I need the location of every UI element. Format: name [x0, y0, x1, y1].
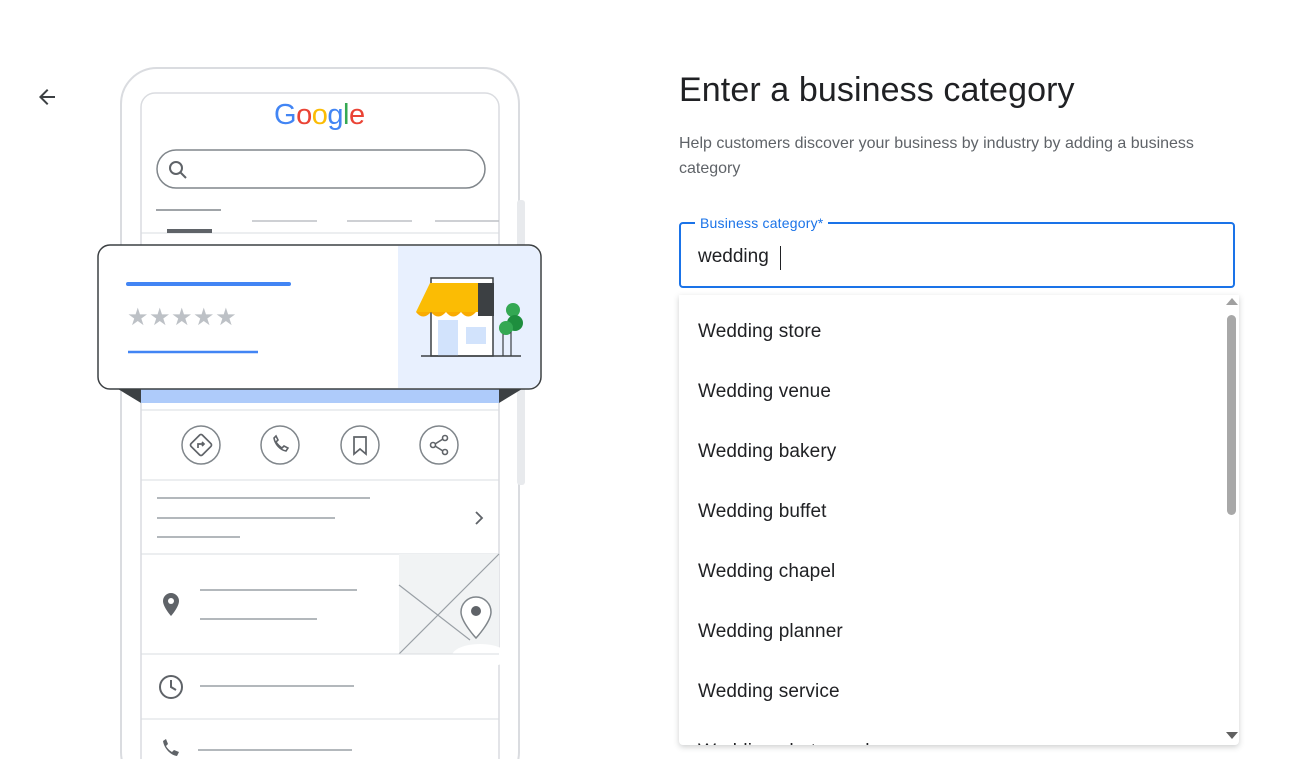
- suggestion-option[interactable]: Wedding venue: [679, 362, 1239, 422]
- suggestion-option[interactable]: Wedding planner: [679, 602, 1239, 662]
- category-form-panel: Enter a business category Help customers…: [679, 68, 1241, 745]
- star-icon: ★: [171, 304, 194, 331]
- category-suggestions-list: Wedding store Wedding venue Wedding bakery…: [679, 295, 1239, 745]
- suggestion-option[interactable]: Wedding bakery: [679, 422, 1239, 482]
- suggestion-option[interactable]: Wedding photographer: [679, 722, 1239, 745]
- logo-letter: o: [296, 99, 312, 131]
- suggestion-option[interactable]: Wedding buffet: [679, 482, 1239, 542]
- suggestions-scrollbar[interactable]: [1223, 295, 1239, 745]
- google-logo: Google: [274, 99, 365, 132]
- logo-letter: G: [274, 99, 297, 131]
- business-category-label: Business category*: [695, 214, 829, 232]
- business-category-input[interactable]: [698, 244, 1198, 270]
- logo-letter: g: [327, 99, 343, 131]
- logo-letter: o: [311, 99, 328, 131]
- business-profile-illustration: [97, 67, 542, 759]
- suggestion-option[interactable]: Wedding store: [679, 302, 1239, 362]
- suggestion-option[interactable]: Wedding service: [679, 662, 1239, 722]
- back-button[interactable]: [30, 80, 64, 114]
- scroll-down-arrow-icon[interactable]: [1226, 732, 1238, 739]
- suggestion-option[interactable]: Wedding chapel: [679, 542, 1239, 602]
- star-icon: ★: [127, 304, 150, 331]
- star-icon: ★: [149, 304, 172, 331]
- text-caret: [780, 246, 781, 270]
- business-category-field[interactable]: Business category*: [679, 214, 1235, 288]
- page-subtitle: Help customers discover your business by…: [679, 135, 1194, 177]
- page-title: Enter a business category: [679, 71, 1075, 109]
- scroll-up-arrow-icon[interactable]: [1226, 298, 1238, 305]
- star-icon: ★: [193, 304, 216, 331]
- logo-letter: e: [348, 99, 365, 131]
- scroll-thumb[interactable]: [1227, 315, 1236, 515]
- star-icon: ★: [215, 304, 238, 331]
- arrow-back-icon: [39, 89, 55, 105]
- star-rating: ★★★★★: [127, 303, 237, 332]
